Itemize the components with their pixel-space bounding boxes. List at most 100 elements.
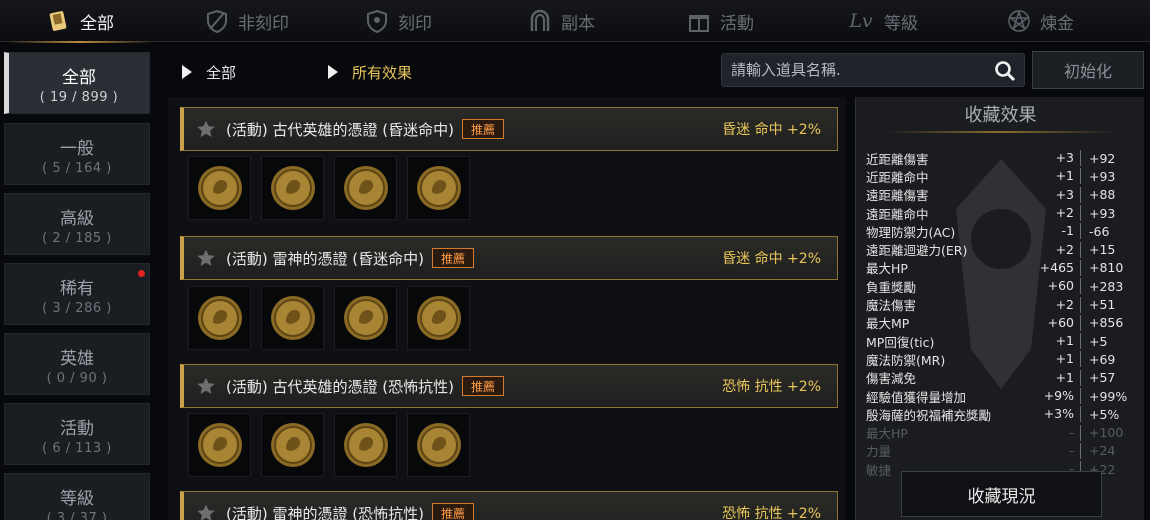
stat-row: MP回復(tic) +1 +5 [866, 332, 1141, 350]
coin-icon [270, 423, 315, 467]
tab-all[interactable]: 全部 [6, 0, 154, 43]
item-card[interactable] [407, 286, 470, 350]
search-input[interactable] [731, 61, 986, 79]
stat-name: 遠距離命中 [866, 206, 929, 222]
stat-total: +88 [1089, 187, 1116, 203]
stat-name: 遠距離迴避力(ER) [866, 243, 968, 259]
breadcrumb-all[interactable]: 全部 [182, 60, 236, 84]
breadcrumb-label: 所有效果 [352, 63, 413, 82]
tab-engraved[interactable]: 刻印 [364, 0, 432, 42]
star-icon[interactable] [196, 376, 216, 396]
stat-gain: +3 [1021, 150, 1081, 167]
stat-total: +100 [1089, 425, 1124, 441]
item-title: (活動) 古代英雄的憑證 (昏迷命中) [226, 120, 454, 139]
item-card-row [188, 286, 470, 350]
stat-total: +69 [1089, 351, 1116, 367]
stat-row: 力量 - +24 [866, 442, 1141, 460]
tab-label: 活動 [720, 13, 754, 34]
stat-total: +93 [1089, 205, 1116, 221]
category-count: ( 2 / 185 ) [42, 231, 112, 246]
tab-level[interactable]: Lv 等級 [846, 0, 918, 42]
stat-name: 近距離傷害 [866, 151, 929, 167]
tab-event[interactable]: 活動 [686, 0, 754, 42]
item-row-header[interactable]: (活動) 古代英雄的憑證 (昏迷命中) 推薦 昏迷 命中 +2% [180, 107, 838, 151]
item-card[interactable] [334, 286, 397, 350]
item-card[interactable] [407, 413, 470, 477]
play-arrow-icon [182, 65, 192, 79]
stat-row: 近距離命中 +1 +93 [866, 167, 1141, 185]
category-count: ( 0 / 90 ) [46, 371, 108, 386]
category-advanced[interactable]: 高級 ( 2 / 185 ) [4, 193, 150, 255]
item-card[interactable] [261, 413, 324, 477]
recommend-badge: 推薦 [461, 376, 504, 396]
item-card[interactable] [334, 413, 397, 477]
category-level[interactable]: 等級 ( 3 / 37 ) [4, 473, 150, 520]
stat-total: +99% [1089, 388, 1128, 404]
stat-total: +57 [1089, 370, 1116, 386]
stat-total: +5 [1089, 333, 1108, 349]
stat-gain: +9% [1021, 388, 1081, 404]
stat-name: 最大MP [866, 316, 910, 332]
item-card[interactable] [188, 286, 251, 350]
item-card[interactable] [188, 413, 251, 477]
category-all[interactable]: 全部 ( 19 / 899 ) [4, 52, 150, 114]
item-card[interactable] [407, 156, 470, 220]
shield-mark-icon [364, 8, 390, 34]
recommend-badge: 推薦 [461, 119, 504, 139]
category-event[interactable]: 活動 ( 6 / 113 ) [4, 403, 150, 465]
item-card[interactable] [188, 156, 251, 220]
stat-gain: +3 [1021, 186, 1081, 203]
coin-icon [416, 423, 461, 467]
tab-label: 刻印 [398, 13, 432, 34]
coin-icon [270, 296, 315, 340]
stat-name: 經驗值獲得量增加 [866, 389, 967, 405]
item-effect: 恐怖 抗性 +2% [722, 506, 821, 520]
reset-button[interactable]: 初始化 [1032, 51, 1144, 89]
tab-non-engraved[interactable]: 非刻印 [204, 0, 289, 42]
tab-label: 全部 [80, 13, 114, 34]
search-box [721, 53, 1025, 87]
item-card[interactable] [261, 286, 324, 350]
stat-gain: +465 [1021, 259, 1081, 276]
tab-alchemy[interactable]: 煉金 [1006, 0, 1074, 42]
item-title: (活動) 雷神的憑證 (昏迷命中) [226, 249, 424, 268]
top-tab-bar: 全部 非刻印 刻印 副本 活動 Lv 等級 煉金 [0, 0, 1150, 43]
stat-row: 經驗值獲得量增加 +9% +99% [866, 387, 1141, 405]
item-card[interactable] [261, 156, 324, 220]
category-name: 高級 [60, 209, 94, 229]
stat-name: MP回復(tic) [866, 334, 935, 350]
stat-row: 最大HP +465 +810 [866, 259, 1141, 277]
category-name: 英雄 [60, 349, 94, 369]
stat-gain: +1 [1021, 369, 1081, 386]
stat-row: 物理防禦力(AC) -1 -66 [866, 222, 1141, 240]
item-row-header[interactable]: (活動) 古代英雄的憑證 (恐怖抗性) 推薦 恐怖 抗性 +2% [180, 364, 838, 408]
stat-gain: +2 [1021, 296, 1081, 313]
category-hero[interactable]: 英雄 ( 0 / 90 ) [4, 333, 150, 395]
category-normal[interactable]: 一般 ( 5 / 164 ) [4, 123, 150, 185]
stat-name: 物理防禦力(AC) [866, 224, 956, 240]
search-icon[interactable] [994, 60, 1016, 86]
gate-icon [527, 8, 553, 34]
category-rare[interactable]: 稀有 ( 3 / 286 ) [4, 263, 150, 325]
breadcrumb-all-effects[interactable]: 所有效果 [328, 60, 412, 84]
item-row-header[interactable]: (活動) 雷神的憑證 (昏迷命中) 推薦 昏迷 命中 +2% [180, 236, 838, 280]
tab-dungeon[interactable]: 副本 [527, 0, 595, 42]
item-row-header[interactable]: (活動) 雷神的憑證 (恐怖抗性) 推薦 恐怖 抗性 +2% [180, 491, 838, 520]
category-count: ( 19 / 899 ) [39, 90, 119, 105]
item-card[interactable] [334, 156, 397, 220]
item-title: (活動) 古代英雄的憑證 (恐怖抗性) [226, 377, 454, 396]
stat-row: 最大HP - +100 [866, 423, 1141, 441]
category-name: 活動 [60, 419, 94, 439]
coin-icon [343, 166, 388, 210]
stat-gain: +60 [1021, 278, 1081, 295]
stat-total: +51 [1089, 297, 1116, 313]
play-arrow-icon [328, 65, 338, 79]
item-effect: 昏迷 命中 +2% [722, 251, 821, 267]
category-count: ( 3 / 286 ) [42, 301, 112, 316]
star-icon[interactable] [196, 248, 216, 268]
collection-status-button[interactable]: 收藏現況 [901, 471, 1102, 517]
star-icon[interactable] [196, 503, 216, 520]
coin-icon [343, 423, 388, 467]
star-icon[interactable] [196, 119, 216, 139]
category-count: ( 6 / 113 ) [42, 441, 112, 456]
